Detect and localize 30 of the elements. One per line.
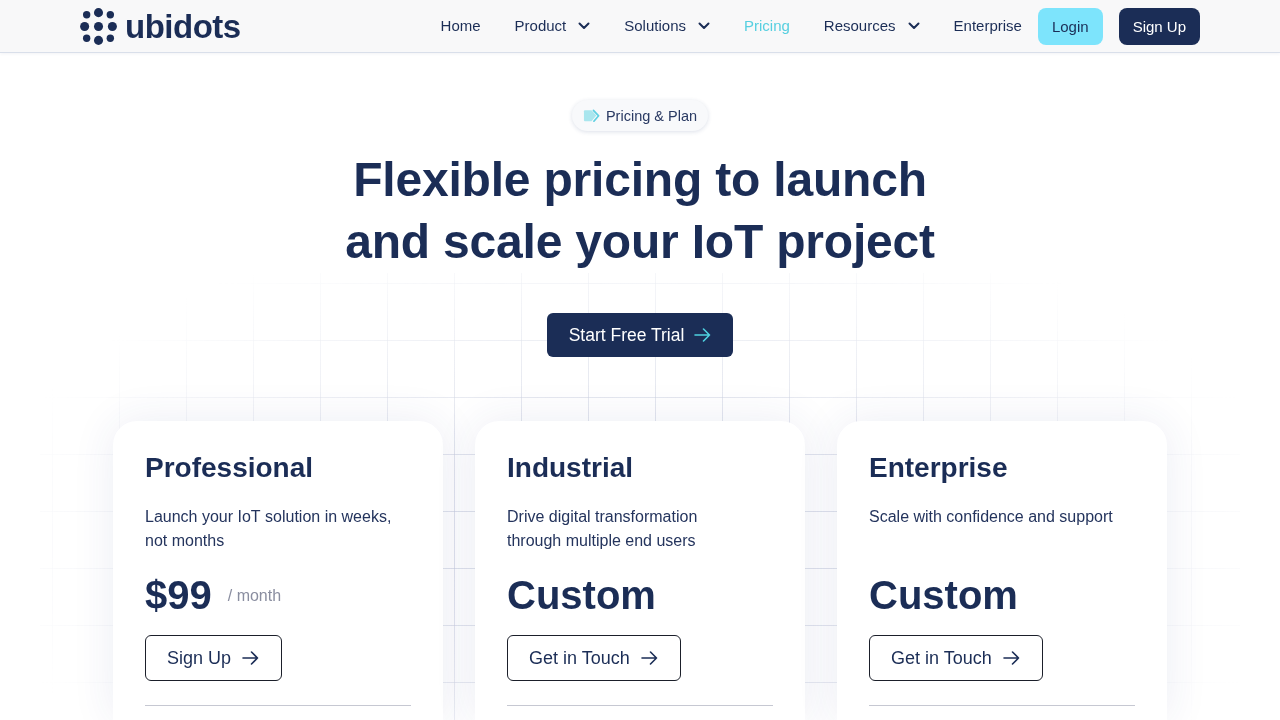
nav-link[interactable]: Solutions — [624, 16, 710, 36]
plan-price: Custom — [869, 572, 1018, 619]
plan-name: Enterprise — [869, 451, 1008, 485]
nav-link[interactable]: Enterprise — [953, 16, 1022, 36]
arrow-right-icon — [640, 651, 658, 665]
nav-link[interactable]: Resources — [823, 16, 920, 36]
badge-label: Pricing & Plan — [605, 107, 698, 124]
plan-action-button[interactable]: Sign Up — [145, 635, 283, 681]
plan-name: Industrial — [507, 451, 633, 485]
plan-description: Drive digital transformation through multiple end users — [507, 507, 699, 551]
plan-description: Launch your IoT solution in weeks, not months — [145, 507, 393, 551]
nav-link[interactable]: Home — [440, 16, 481, 36]
billing-period: / month — [227, 587, 282, 605]
plan-action-button[interactable]: Get in Touch — [507, 635, 681, 681]
sign-up-button[interactable]: Sign Up — [1118, 7, 1200, 45]
plan-price: Custom — [507, 572, 656, 619]
plan-description: Scale with confidence and support — [869, 507, 1114, 527]
arrow-right-icon — [1002, 651, 1020, 665]
tag-icon — [582, 108, 601, 123]
home-logo-link[interactable]: ubidots — [80, 7, 241, 45]
arrow-right-icon — [242, 651, 260, 665]
start-free-trial-button[interactable]: Start Free Trial — [546, 313, 734, 357]
arrow-right-icon — [694, 328, 712, 342]
page-heading: Flexible pricing to launch and scale your IoT project — [344, 152, 936, 270]
dots-logo-icon — [80, 7, 117, 45]
plan-price: $99 — [145, 572, 212, 619]
nav-link[interactable]: Product — [514, 16, 591, 36]
login-button[interactable]: Login — [1037, 7, 1103, 45]
plan-name: Professional — [145, 451, 314, 485]
plan-action-button[interactable]: Get in Touch — [869, 635, 1043, 681]
